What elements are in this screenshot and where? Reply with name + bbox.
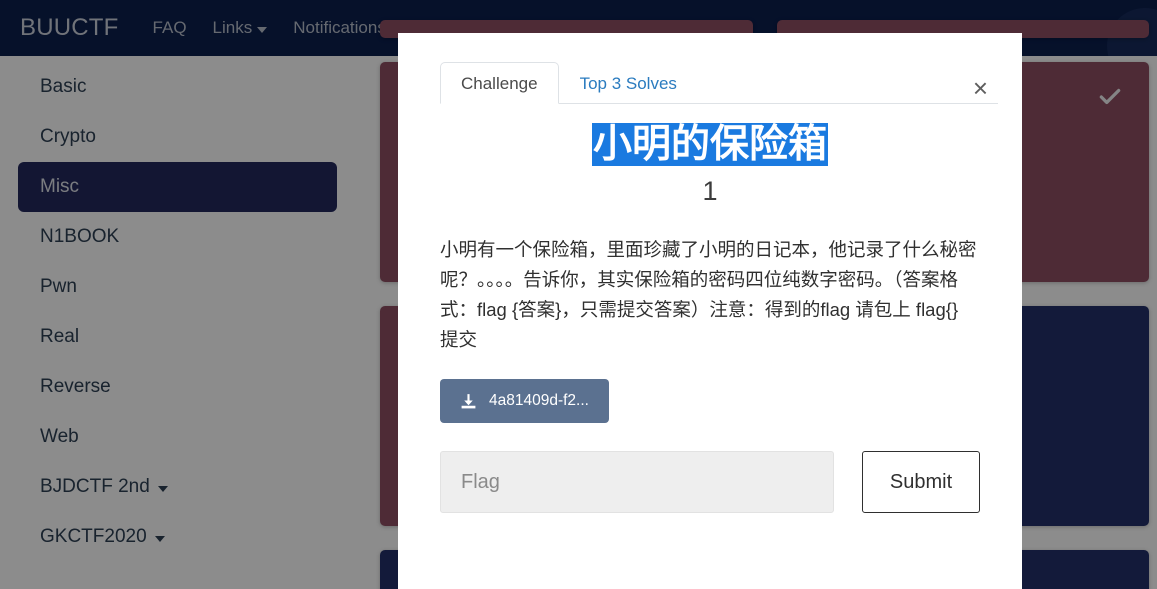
modal-body: 小明的保险箱 1 小明有一个保险箱，里面珍藏了小明的日记本，他记录了什么秘密呢？… <box>398 104 1022 514</box>
screen: BUUCTF FAQ Links Notifications Users Sco… <box>0 0 1157 589</box>
tab-label: Challenge <box>461 74 538 93</box>
tab-challenge[interactable]: Challenge <box>440 62 559 104</box>
modal-tabs: Challenge Top 3 Solves <box>440 61 998 104</box>
challenge-modal: Challenge Top 3 Solves × 小明的保险箱 1 小明有一个保… <box>398 33 1022 589</box>
attachment-row: 4a81409d-f2... <box>440 379 980 424</box>
submit-button[interactable]: Submit <box>862 451 980 514</box>
flag-input[interactable] <box>440 451 834 514</box>
download-attachment-button[interactable]: 4a81409d-f2... <box>440 379 609 424</box>
close-icon[interactable]: × <box>973 75 988 101</box>
challenge-title-text: 小明的保险箱 <box>591 123 828 166</box>
tab-top-3-solves[interactable]: Top 3 Solves <box>559 62 698 104</box>
challenge-points: 1 <box>702 176 718 207</box>
download-icon <box>461 393 476 408</box>
flag-submit-row: Submit <box>440 451 980 514</box>
attachment-name: 4a81409d-f2... <box>489 392 589 410</box>
tab-label: Top 3 Solves <box>579 74 677 93</box>
challenge-description: 小明有一个保险箱，里面珍藏了小明的日记本，他记录了什么秘密呢？。。。。告诉你，其… <box>440 239 977 351</box>
page-title: 小明的保险箱 <box>440 122 980 168</box>
modal-header: Challenge Top 3 Solves × <box>398 33 1022 104</box>
